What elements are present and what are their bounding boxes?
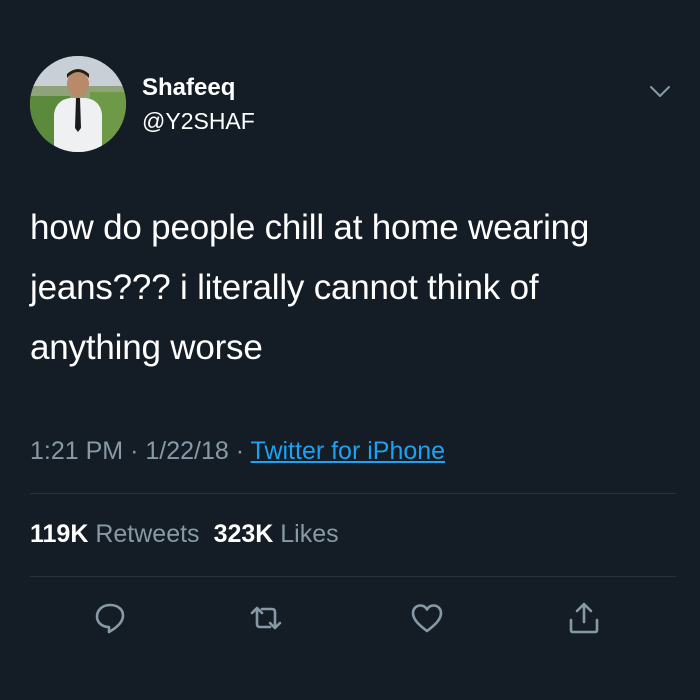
tweet-time: 1:21 PM: [30, 437, 124, 465]
likes-label: Likes: [280, 520, 339, 548]
reply-icon[interactable]: [92, 600, 128, 636]
display-name[interactable]: Shafeeq: [142, 74, 235, 102]
divider: [30, 576, 676, 577]
tweet-source-link[interactable]: Twitter for iPhone: [251, 437, 446, 465]
divider: [30, 493, 676, 494]
retweets-label: Retweets: [95, 520, 200, 548]
user-handle[interactable]: @Y2SHAF: [142, 108, 255, 135]
tweet-text: how do people chill at home wearing jean…: [30, 208, 590, 367]
heart-icon[interactable]: [409, 600, 445, 636]
tweet-metadata: 1:21 PM · 1/22/18 · Twitter for iPhone: [30, 437, 445, 466]
likes-stat[interactable]: 323K Likes: [214, 520, 339, 548]
retweets-stat[interactable]: 119K Retweets: [30, 520, 200, 548]
retweets-count: 119K: [30, 520, 89, 548]
meta-separator: ·: [235, 437, 245, 465]
avatar[interactable]: [30, 56, 126, 152]
tweet-card: Shafeeq @Y2SHAF how do people chill at h…: [0, 0, 700, 700]
likes-count: 323K: [213, 520, 274, 548]
tweet-date: 1/22/18: [145, 437, 229, 465]
meta-separator: ·: [130, 437, 139, 465]
chevron-down-icon[interactable]: [648, 82, 672, 102]
tweet-stats: 119K Retweets 323K Likes: [30, 520, 339, 549]
share-icon[interactable]: [566, 600, 602, 636]
retweet-icon[interactable]: [248, 600, 284, 636]
